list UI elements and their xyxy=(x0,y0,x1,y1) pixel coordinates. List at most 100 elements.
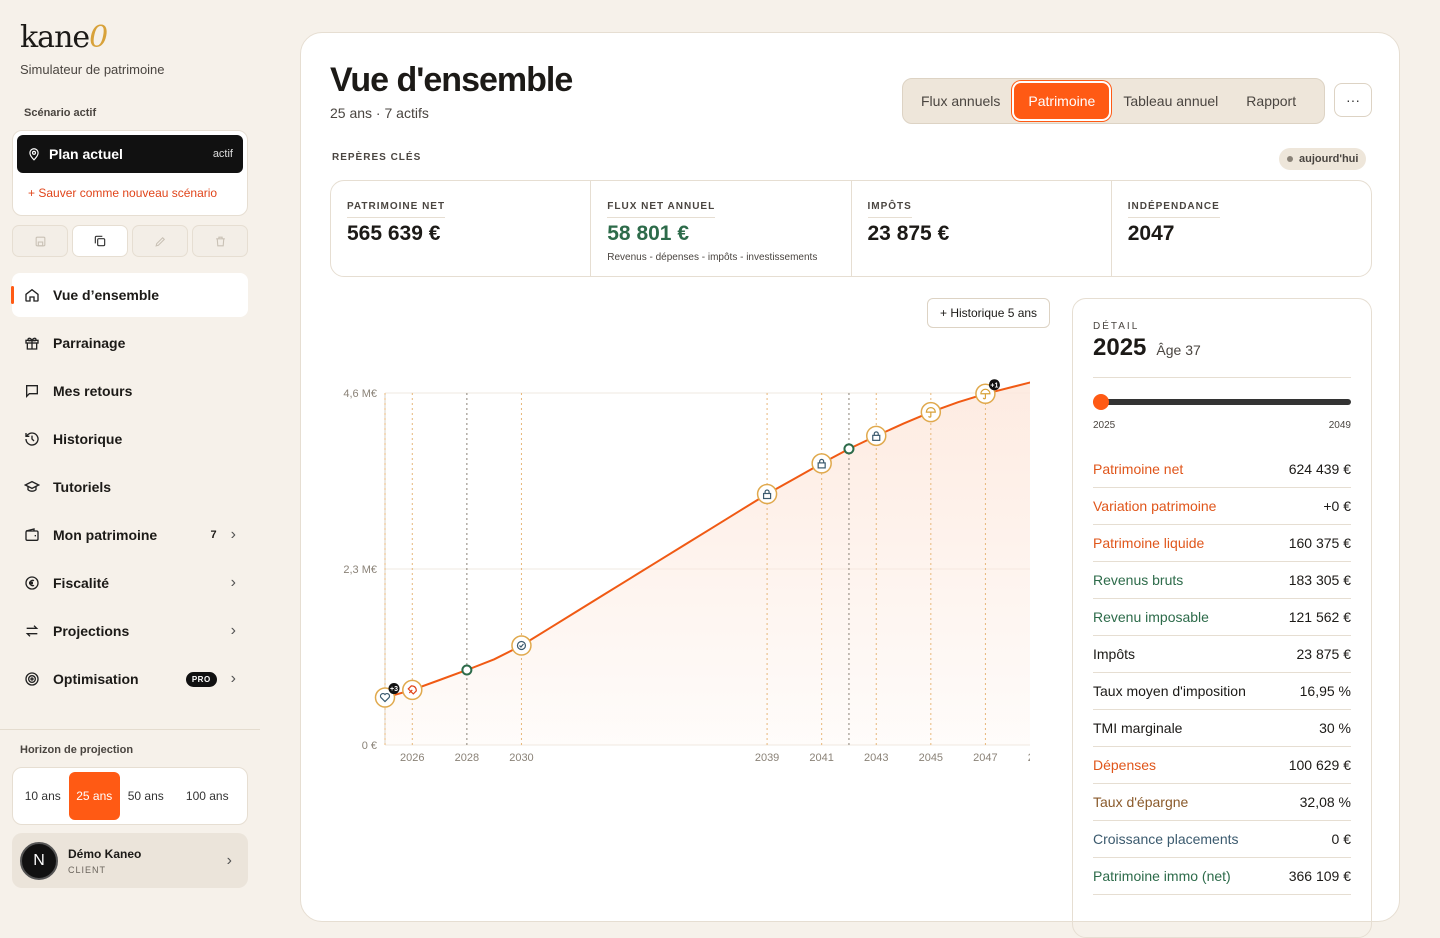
kpi-label: INDÉPENDANCE xyxy=(1127,201,1220,218)
detail-label: DÉTAIL xyxy=(1093,321,1140,332)
detail-row-label: Taux d'épargne xyxy=(1093,794,1189,810)
edit-icon xyxy=(154,236,165,247)
tab-assets[interactable]: Patrimoine xyxy=(1014,83,1110,119)
x-tick-label: 2041 xyxy=(809,752,833,763)
kpi-independence: INDÉPENDANCE 2047 xyxy=(1110,181,1371,276)
horizon-selector: 10 ans 25 ans 50 ans 100 ans xyxy=(12,767,248,825)
detail-row: Impôts 23 875 € xyxy=(1093,636,1351,673)
main-nav: Vue d’ensemble Parrainage Mes retours Hi… xyxy=(11,273,248,705)
detail-row-label: Patrimoine liquide xyxy=(1093,535,1205,551)
scenario-card: Plan actuel actif + Sauver comme nouveau… xyxy=(12,130,248,216)
kpi-value: 58 801 € xyxy=(607,222,689,245)
year-slider[interactable] xyxy=(1093,386,1351,416)
horizon-option-50[interactable]: 50 ans xyxy=(120,772,172,820)
detail-rows: Patrimoine net 624 439 € Variation patrimo… xyxy=(1093,451,1351,895)
y-tick-label: 4,6 M€ xyxy=(343,388,377,400)
delete-button[interactable] xyxy=(192,225,248,257)
nav-item-referral[interactable]: Parrainage xyxy=(12,321,248,365)
detail-row-label: Patrimoine net xyxy=(1093,461,1184,477)
slider-handle[interactable] xyxy=(1093,394,1109,410)
detail-row-value: 30 % xyxy=(1319,720,1351,736)
detail-row: Croissance placements 0 € xyxy=(1093,821,1351,858)
logo-text: kane xyxy=(20,20,90,55)
detail-panel: DÉTAIL 2025 Âge 37 2025 2049 Patrimoine … xyxy=(1072,298,1372,938)
tab-annual-flows[interactable]: Flux annuels xyxy=(907,83,1014,119)
rename-button[interactable] xyxy=(132,225,188,257)
x-tick-label: 2045 xyxy=(919,752,943,763)
kpi-net-flow: FLUX NET ANNUEL 58 801 € Revenus - dépen… xyxy=(590,181,850,276)
nav-item-tutorials[interactable]: Tutoriels xyxy=(12,465,248,509)
logo[interactable]: kane0 xyxy=(20,20,108,55)
nav-item-my-assets[interactable]: Mon patrimoine 7 › xyxy=(12,513,248,557)
active-scenario-tag: actif xyxy=(212,148,233,160)
user-role: CLIENT xyxy=(68,864,107,875)
kpi-value: 23 875 € xyxy=(867,222,950,245)
nav-item-optimisation[interactable]: Optimisation PRO › xyxy=(12,657,248,701)
chevron-right-icon: › xyxy=(230,670,236,687)
arrows-icon xyxy=(25,625,39,637)
user-card[interactable]: N Démo Kaneo CLIENT › xyxy=(12,833,248,888)
detail-row: Taux moyen d'imposition 16,95 % xyxy=(1093,673,1351,710)
gift-icon xyxy=(25,337,39,350)
detail-row: Patrimoine net 624 439 € xyxy=(1093,451,1351,488)
detail-row: Variation patrimoine +0 € xyxy=(1093,488,1351,525)
pro-badge: PRO xyxy=(185,671,217,687)
tab-report[interactable]: Rapport xyxy=(1232,83,1310,119)
save-new-scenario-link[interactable]: + Sauver comme nouveau scénario xyxy=(28,186,217,200)
detail-row: Patrimoine immo (net) 366 109 € xyxy=(1093,858,1351,895)
nav-item-taxation[interactable]: Fiscalité › xyxy=(12,561,248,605)
nav-item-projections[interactable]: Projections › xyxy=(12,609,248,653)
key-metrics: PATRIMOINE NET 565 639 € FLUX NET ANNUEL… xyxy=(330,180,1372,277)
tab-annual-table[interactable]: Tableau annuel xyxy=(1109,83,1232,119)
graduation-icon xyxy=(24,480,40,492)
duplicate-button[interactable] xyxy=(72,225,128,257)
app-subtitle: Simulateur de patrimoine xyxy=(20,62,165,77)
save-icon xyxy=(35,236,45,246)
trash-icon xyxy=(215,236,225,246)
detail-row: Dépenses 100 629 € xyxy=(1093,747,1351,784)
detail-row-label: Patrimoine immo (net) xyxy=(1093,868,1231,884)
detail-row: Taux d'épargne 32,08 % xyxy=(1093,784,1351,821)
slider-track xyxy=(1093,399,1351,405)
milestone-dot xyxy=(843,443,855,455)
net-worth-chart[interactable]: 0 € 2,3 M€ 4,6 M€ +3 +1 2026 2028 2030 2039 2041 2… xyxy=(330,343,1030,763)
main-panel: Vue d'ensemble 25 ans · 7 actifs Flux an… xyxy=(300,32,1400,938)
detail-row-value: 32,08 % xyxy=(1299,794,1351,810)
more-options-button[interactable]: ··· xyxy=(1334,83,1372,117)
detail-row-label: Revenu imposable xyxy=(1093,609,1209,625)
target-icon xyxy=(25,672,39,686)
detail-row: Revenus bruts 183 305 € xyxy=(1093,562,1351,599)
kpi-subtext: Revenus - dépenses - impôts - investisse… xyxy=(607,252,818,263)
active-scenario-button[interactable]: Plan actuel actif xyxy=(17,135,243,173)
save-button[interactable] xyxy=(12,225,68,257)
nav-label: Mon patrimoine xyxy=(53,527,158,543)
detail-row-label: Taux moyen d'imposition xyxy=(1093,683,1246,699)
kpi-label: IMPÔTS xyxy=(867,201,912,218)
detail-row-value: 121 562 € xyxy=(1288,609,1351,625)
nav-label: Projections xyxy=(53,623,130,639)
horizon-option-100-label: 100 ans xyxy=(185,789,229,803)
page-meta: 25 ans · 7 actifs xyxy=(330,105,429,121)
detail-row-value: 23 875 € xyxy=(1296,646,1352,662)
horizon-option-25[interactable]: 25 ans xyxy=(68,772,120,820)
horizon-option-10[interactable]: 10 ans xyxy=(17,772,69,820)
location-pin-icon xyxy=(29,148,39,161)
y-tick-label: 0 € xyxy=(362,740,377,752)
history-5y-button[interactable]: + Historique 5 ans xyxy=(927,298,1051,328)
horizon-option-100[interactable]: 100 ans xyxy=(172,772,244,820)
nav-item-overview[interactable]: Vue d’ensemble xyxy=(11,273,248,317)
detail-row-label: TMI marginale xyxy=(1093,720,1183,736)
detail-row-value: 183 305 € xyxy=(1288,572,1351,588)
today-badge: aujourd'hui xyxy=(1279,148,1367,170)
kpi-value: 565 639 € xyxy=(347,222,441,245)
detail-row: Patrimoine liquide 160 375 € xyxy=(1093,525,1351,562)
history-icon xyxy=(25,432,39,446)
page-title: Vue d'ensemble xyxy=(330,61,573,99)
detail-row-value: 160 375 € xyxy=(1288,535,1351,551)
chevron-right-icon: › xyxy=(230,574,236,591)
kpi-value: 2047 xyxy=(1127,222,1175,245)
nav-item-history[interactable]: Historique xyxy=(12,417,248,461)
nav-label: Fiscalité xyxy=(53,575,110,591)
series-area xyxy=(385,382,1030,745)
nav-item-feedback[interactable]: Mes retours xyxy=(12,369,248,413)
